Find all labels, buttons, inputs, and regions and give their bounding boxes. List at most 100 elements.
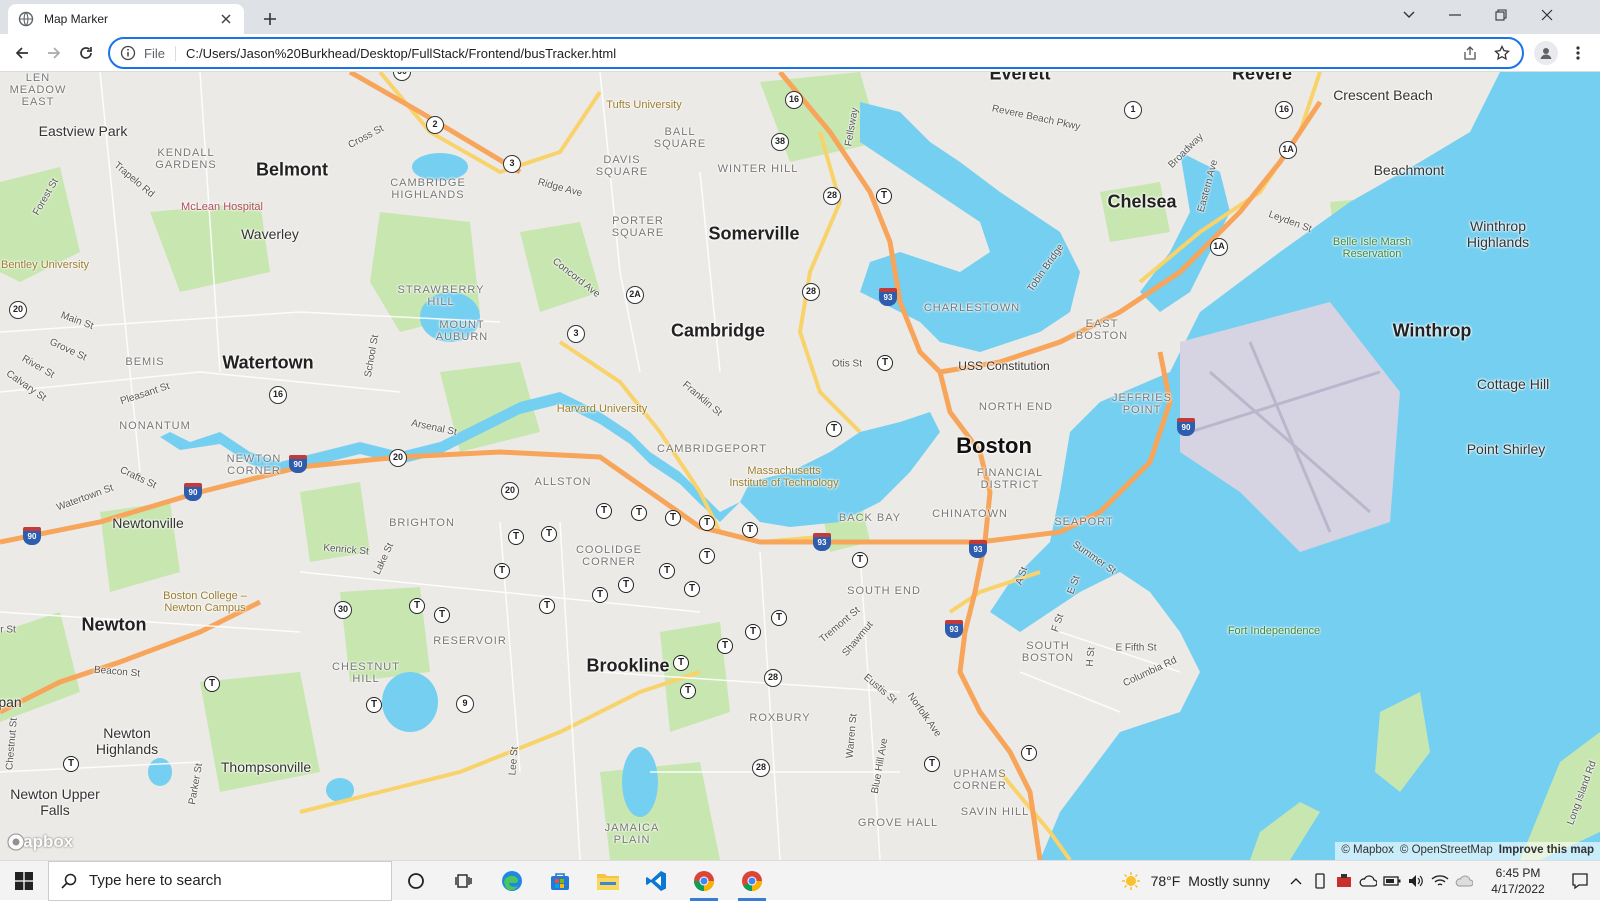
bookmark-star-icon[interactable] — [1492, 43, 1512, 63]
notification-center-icon[interactable] — [1560, 861, 1600, 901]
map-canvas[interactable]: Everett Revere Crescent Beach Beachmont … — [0, 72, 1600, 860]
transit-stop-icon[interactable]: T — [924, 756, 940, 772]
battery-icon[interactable] — [1380, 861, 1404, 901]
transit-stop-icon[interactable]: T — [1021, 745, 1037, 761]
info-icon[interactable] — [120, 45, 136, 61]
transit-stop-icon[interactable]: T — [877, 355, 893, 371]
chrome-icon-second-window[interactable] — [728, 861, 776, 901]
start-windows-icon[interactable] — [0, 861, 48, 901]
clock-date: 4/17/2022 — [1491, 882, 1545, 896]
new-tab-button[interactable] — [258, 7, 282, 31]
label-north-end: NORTH END — [978, 401, 1054, 413]
label-winthrop-highlands: Winthrop Highlands — [1466, 218, 1530, 250]
label-cambridge: Cambridge — [670, 320, 766, 341]
transit-stop-icon[interactable]: T — [592, 587, 608, 603]
interstate-shield: 93 — [813, 533, 831, 551]
transit-stop-icon[interactable]: T — [673, 655, 689, 671]
improve-map-link[interactable]: Improve this map — [1499, 844, 1594, 858]
transit-stop-icon[interactable]: T — [852, 552, 868, 568]
route-shield: 3 — [567, 325, 585, 343]
label-uss-constitution: USS Constitution — [958, 359, 1050, 373]
transit-stop-icon[interactable]: T — [539, 598, 555, 614]
app-tray-icon[interactable] — [1332, 861, 1356, 901]
volume-icon[interactable] — [1404, 861, 1428, 901]
label-mit: Massachusetts Institute of Technology — [729, 465, 839, 489]
file-explorer-icon[interactable] — [584, 861, 632, 901]
window-close-icon[interactable] — [1524, 0, 1570, 30]
transit-stop-icon[interactable]: T — [63, 756, 79, 772]
label-winter-hill: WINTER HILL — [717, 163, 799, 175]
label-coolidge-corner: COOLIDGE CORNER — [575, 544, 643, 568]
chevron-up-icon[interactable] — [1284, 861, 1308, 901]
transit-stop-icon[interactable]: T — [684, 581, 700, 597]
transit-stop-icon[interactable]: T — [204, 676, 220, 692]
profile-avatar-icon[interactable] — [1534, 41, 1558, 65]
chrome-icon[interactable] — [680, 861, 728, 901]
store-icon[interactable] — [536, 861, 584, 901]
route-shield: 28 — [802, 283, 820, 301]
edge-browser-icon[interactable] — [488, 861, 536, 901]
back-arrow-icon[interactable] — [8, 39, 36, 67]
taskbar-search-box[interactable]: Type here to search — [48, 860, 392, 901]
wifi-icon[interactable] — [1428, 861, 1452, 901]
label-crescent-beach: Crescent Beach — [1333, 87, 1433, 103]
transit-stop-icon[interactable]: T — [876, 188, 892, 204]
menu-kebab-icon[interactable] — [1566, 41, 1590, 65]
label-jamaica-plain: JAMAICA PLAIN — [604, 822, 660, 846]
transit-stop-icon[interactable]: T — [541, 526, 557, 542]
label-seaport: SEAPORT — [1054, 516, 1114, 528]
attribution-mapbox-link[interactable]: © Mapbox — [1341, 844, 1394, 858]
transit-stop-icon[interactable]: T — [508, 529, 524, 545]
transit-stop-icon[interactable]: T — [366, 697, 382, 713]
transit-stop-icon[interactable]: T — [659, 563, 675, 579]
transit-stop-icon[interactable]: T — [699, 548, 715, 564]
label-south-boston: SOUTH BOSTON — [1021, 640, 1075, 664]
label-newton-corner: NEWTON CORNER — [226, 453, 282, 477]
transit-stop-icon[interactable]: T — [699, 515, 715, 531]
route-shield: 20 — [389, 449, 407, 467]
mapbox-logo[interactable]: mapbox — [6, 832, 73, 852]
transit-stop-icon[interactable]: T — [618, 577, 634, 593]
transit-stop-icon[interactable]: T — [680, 683, 696, 699]
transit-stop-icon[interactable]: T — [596, 503, 612, 519]
weather-temperature: 78°F — [1150, 873, 1181, 889]
transit-stop-icon[interactable]: T — [771, 610, 787, 626]
reload-icon[interactable] — [72, 39, 100, 67]
route-shield: 1A — [1210, 238, 1228, 256]
interstate-shield: 93 — [879, 288, 897, 306]
attribution-osm-link[interactable]: © OpenStreetMap — [1400, 844, 1493, 858]
cortana-icon[interactable] — [392, 861, 440, 901]
weather-widget[interactable]: 78°F Mostly sunny — [1121, 870, 1270, 892]
cloud-icon[interactable] — [1452, 861, 1476, 901]
clock[interactable]: 6:45 PM 4/17/2022 — [1486, 865, 1550, 897]
interstate-shield: 90 — [23, 527, 41, 545]
address-url[interactable]: C:/Users/Jason%20Burkhead/Desktop/FullSt… — [186, 46, 1448, 61]
transit-stop-icon[interactable]: T — [494, 563, 510, 579]
minimize-icon[interactable] — [1432, 0, 1478, 30]
transit-stop-icon[interactable]: T — [631, 505, 647, 521]
system-tray: 78°F Mostly sunny 6:45 PM 4/17/2022 — [1121, 861, 1600, 901]
transit-stop-icon[interactable]: T — [745, 624, 761, 640]
transit-stop-icon[interactable]: T — [665, 510, 681, 526]
interstate-shield: 90 — [289, 455, 307, 473]
route-shield: 28 — [764, 669, 782, 687]
browser-tab[interactable]: Map Marker — [8, 4, 244, 34]
label-cambridgeport: CAMBRIDGEPORT — [657, 443, 767, 455]
task-view-icon[interactable] — [440, 861, 488, 901]
restore-icon[interactable] — [1478, 0, 1524, 30]
transit-stop-icon[interactable]: T — [434, 607, 450, 623]
label-allston: ALLSTON — [534, 476, 592, 488]
forward-arrow-icon[interactable] — [40, 39, 68, 67]
address-bar[interactable]: File C:/Users/Jason%20Burkhead/Desktop/F… — [108, 37, 1524, 69]
transit-stop-icon[interactable]: T — [826, 421, 842, 437]
share-icon[interactable] — [1460, 43, 1480, 63]
close-tab-icon[interactable] — [218, 11, 234, 27]
vscode-icon[interactable] — [632, 861, 680, 901]
device-icon[interactable] — [1308, 861, 1332, 901]
transit-stop-icon[interactable]: T — [717, 638, 733, 654]
tab-search-icon[interactable] — [1386, 0, 1432, 30]
onedrive-cloud-icon[interactable] — [1356, 861, 1380, 901]
transit-stop-icon[interactable]: T — [409, 598, 425, 614]
transit-stop-icon[interactable]: T — [742, 522, 758, 538]
label-porter-square: PORTER SQUARE — [611, 215, 665, 239]
